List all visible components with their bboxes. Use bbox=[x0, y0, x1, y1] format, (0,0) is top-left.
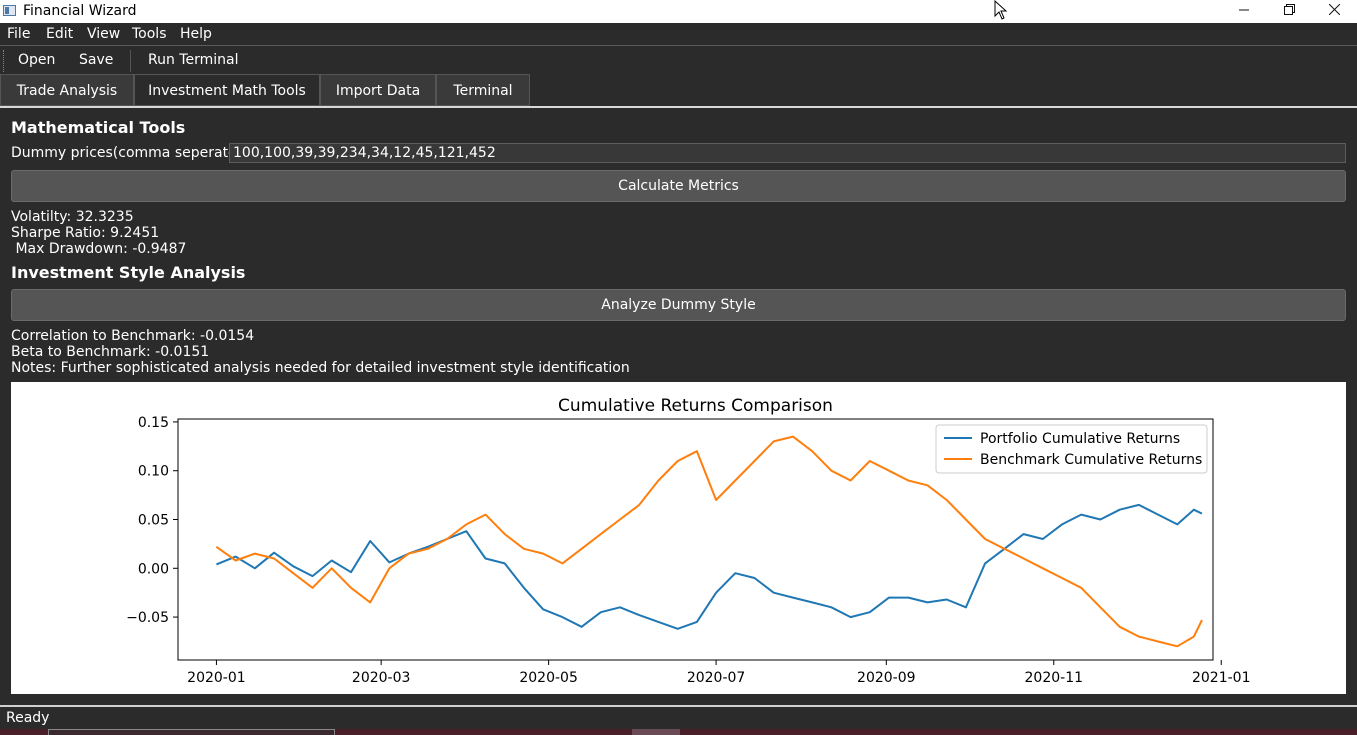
menu-file[interactable]: File bbox=[7, 26, 30, 42]
taskbar-item[interactable] bbox=[48, 729, 335, 735]
title-bar: Financial Wizard bbox=[0, 0, 1357, 23]
app-icon bbox=[3, 5, 16, 16]
toolbar-grip[interactable] bbox=[3, 50, 6, 72]
chart-canvas: Cumulative Returns Comparison 0.15 0.10 0.0… bbox=[11, 382, 1346, 694]
x-tick-label: 2020-11 bbox=[1025, 670, 1084, 686]
chart-title: Cumulative Returns Comparison bbox=[558, 396, 833, 416]
toolbar: Open Save Run Terminal bbox=[0, 45, 1357, 73]
beta-value: Beta to Benchmark: -0.0151 bbox=[11, 344, 210, 360]
notes-text: Notes: Further sophisticated analysis ne… bbox=[11, 360, 630, 376]
investment-style-heading: Investment Style Analysis bbox=[11, 263, 246, 282]
menu-view[interactable]: View bbox=[87, 26, 120, 42]
close-icon bbox=[1328, 3, 1340, 16]
minimize-icon bbox=[1239, 9, 1249, 11]
close-button[interactable] bbox=[1311, 0, 1357, 23]
calculate-metrics-button[interactable]: Calculate Metrics bbox=[11, 170, 1346, 202]
y-tick-label: 0.05 bbox=[138, 512, 169, 528]
taskbar-strip bbox=[0, 729, 1357, 735]
volatility-value: Volatilty: 32.3235 bbox=[11, 209, 134, 225]
menu-tools[interactable]: Tools bbox=[132, 26, 167, 42]
status-text: Ready bbox=[6, 710, 50, 726]
menu-edit[interactable]: Edit bbox=[46, 26, 73, 42]
save-button[interactable]: Save bbox=[79, 52, 113, 68]
minimize-button[interactable] bbox=[1221, 0, 1267, 23]
status-bar: Ready bbox=[0, 705, 1357, 729]
prices-input[interactable]: 100,100,39,39,234,34,12,45,121,452 bbox=[229, 143, 1346, 163]
max-drawdown-value: Max Drawdown: -0.9487 bbox=[11, 241, 187, 257]
y-tick-label: 0.00 bbox=[138, 561, 169, 577]
tab-bar: Trade Analysis Investment Math Tools Imp… bbox=[0, 73, 1357, 108]
series-line-0 bbox=[216, 503, 1203, 630]
x-tick-label: 2020-05 bbox=[519, 670, 578, 686]
maximize-button[interactable] bbox=[1266, 0, 1312, 23]
x-tick-label: 2020-03 bbox=[352, 670, 411, 686]
maximize-icon bbox=[1283, 4, 1295, 15]
tab-terminal[interactable]: Terminal bbox=[436, 74, 530, 106]
mouse-cursor-icon bbox=[994, 0, 1008, 20]
prices-label: Dummy prices(comma seperated) bbox=[11, 145, 252, 161]
tab-import-data[interactable]: Import Data bbox=[320, 74, 436, 106]
legend-entry: Benchmark Cumulative Returns bbox=[980, 452, 1202, 468]
menu-bar: File Edit View Tools Help bbox=[0, 23, 1357, 45]
math-tools-panel: Mathematical Tools Dummy prices(comma se… bbox=[0, 108, 1357, 705]
x-tick-label: 2020-07 bbox=[687, 670, 746, 686]
legend-entry: Portfolio Cumulative Returns bbox=[980, 431, 1180, 447]
analyze-dummy-style-button[interactable]: Analyze Dummy Style bbox=[11, 289, 1346, 321]
window-title: Financial Wizard bbox=[23, 3, 137, 19]
y-tick-label: 0.10 bbox=[138, 464, 169, 480]
x-tick-label: 2021-01 bbox=[1192, 670, 1251, 686]
y-tick-label: −0.05 bbox=[126, 610, 169, 626]
tab-trade-analysis[interactable]: Trade Analysis bbox=[0, 74, 134, 106]
cumulative-returns-chart: Cumulative Returns Comparison 0.15 0.10 0.0… bbox=[126, 396, 1251, 686]
correlation-value: Correlation to Benchmark: -0.0154 bbox=[11, 328, 255, 344]
toolbar-separator bbox=[130, 50, 131, 72]
x-tick-label: 2020-09 bbox=[857, 670, 916, 686]
x-tick-label: 2020-01 bbox=[187, 670, 246, 686]
tab-investment-math-tools[interactable]: Investment Math Tools bbox=[134, 74, 320, 106]
y-tick-label: 0.15 bbox=[138, 415, 169, 431]
taskbar-item[interactable] bbox=[632, 729, 680, 735]
mathematical-tools-heading: Mathematical Tools bbox=[11, 118, 186, 137]
menu-help[interactable]: Help bbox=[180, 26, 212, 42]
sharpe-ratio-value: Sharpe Ratio: 9.2451 bbox=[11, 225, 160, 241]
open-button[interactable]: Open bbox=[18, 52, 55, 68]
run-terminal-button[interactable]: Run Terminal bbox=[148, 52, 238, 68]
